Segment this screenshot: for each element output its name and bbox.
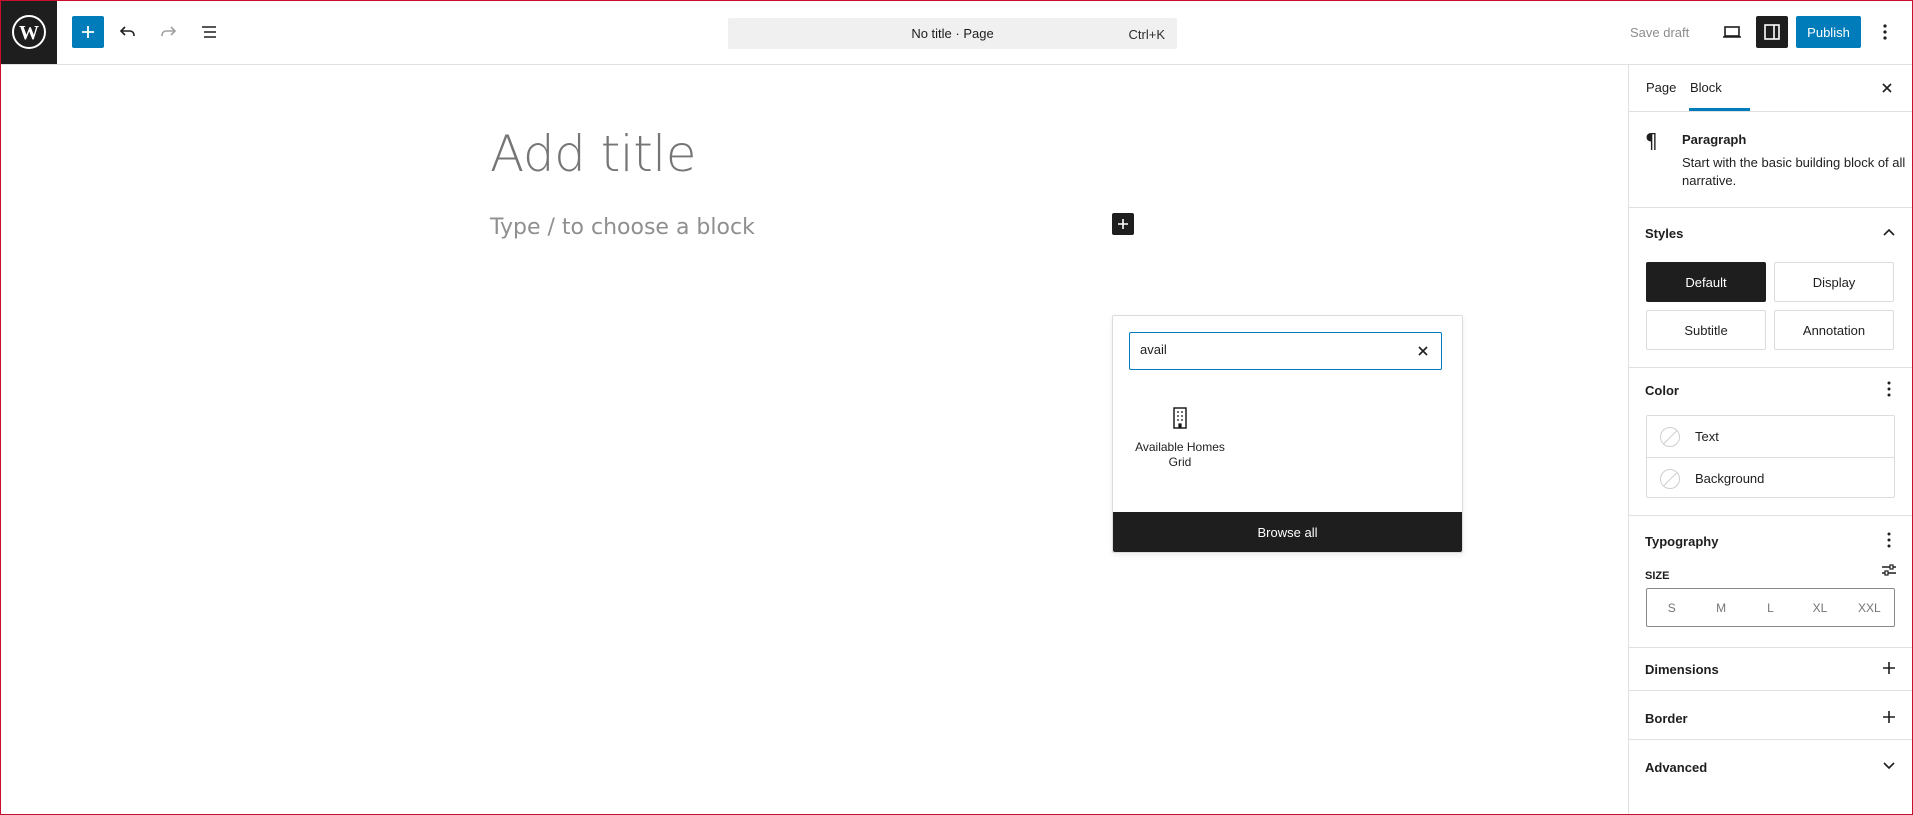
building-icon bbox=[1168, 406, 1192, 430]
inline-inserter-button[interactable] bbox=[1112, 213, 1134, 235]
text-color-item[interactable]: Text bbox=[1647, 416, 1894, 457]
style-default-button[interactable]: Default bbox=[1646, 262, 1766, 302]
vertical-ellipsis-icon bbox=[1887, 381, 1891, 397]
color-panel-title: Color bbox=[1645, 383, 1679, 398]
styles-panel-title[interactable]: Styles bbox=[1645, 226, 1683, 241]
svg-text:W: W bbox=[19, 22, 39, 44]
border-panel-title: Border bbox=[1645, 711, 1688, 726]
text-color-label: Text bbox=[1695, 429, 1719, 444]
redo-button[interactable] bbox=[152, 16, 184, 48]
color-options-button[interactable] bbox=[1878, 378, 1900, 400]
browse-all-button[interactable]: Browse all bbox=[1113, 512, 1462, 552]
block-result-item[interactable]: Available Homes Grid bbox=[1135, 406, 1225, 470]
laptop-icon bbox=[1723, 26, 1741, 38]
panel-divider bbox=[1629, 690, 1913, 691]
custom-size-button[interactable] bbox=[1878, 559, 1900, 581]
close-sidebar-button[interactable] bbox=[1875, 76, 1899, 100]
close-icon bbox=[1418, 346, 1428, 356]
add-block-button[interactable] bbox=[72, 16, 104, 48]
empty-swatch-icon bbox=[1660, 468, 1680, 489]
settings-sidebar: Page Block ¶ Paragraph Start with the ba… bbox=[1628, 65, 1913, 815]
dimensions-add-button[interactable] bbox=[1878, 657, 1900, 679]
block-result-label: Available Homes Grid bbox=[1135, 440, 1225, 469]
font-size-l[interactable]: L bbox=[1746, 589, 1795, 626]
block-card-description: Start with the basic building block of a… bbox=[1682, 155, 1906, 188]
panel-divider bbox=[1629, 739, 1913, 740]
panel-divider bbox=[1629, 515, 1913, 516]
editor-canvas: Add title Type / to choose a block Avail… bbox=[0, 65, 1628, 815]
plus-icon bbox=[1883, 711, 1895, 723]
typography-options-button[interactable] bbox=[1878, 529, 1900, 551]
style-subtitle-button[interactable]: Subtitle bbox=[1646, 310, 1766, 350]
panel-divider bbox=[1629, 367, 1913, 368]
tab-block[interactable]: Block bbox=[1690, 80, 1722, 95]
panel-divider bbox=[1629, 647, 1913, 648]
wordpress-logo-icon[interactable]: W bbox=[0, 0, 57, 64]
keyboard-shortcut: Ctrl+K bbox=[1128, 27, 1165, 42]
typography-panel-title: Typography bbox=[1645, 534, 1719, 549]
font-size-xl[interactable]: XL bbox=[1795, 589, 1844, 626]
undo-icon bbox=[119, 26, 135, 36]
collapse-styles-button[interactable] bbox=[1878, 221, 1900, 243]
dimensions-panel-title: Dimensions bbox=[1645, 662, 1719, 677]
plus-icon bbox=[82, 26, 94, 38]
vertical-ellipsis-icon bbox=[1887, 532, 1891, 548]
pilcrow-icon: ¶ bbox=[1645, 129, 1658, 153]
style-display-button[interactable]: Display bbox=[1774, 262, 1894, 302]
block-search-field[interactable] bbox=[1129, 332, 1442, 370]
block-search-input[interactable] bbox=[1140, 342, 1400, 357]
expand-advanced-button[interactable] bbox=[1878, 755, 1900, 777]
tab-page[interactable]: Page bbox=[1646, 80, 1676, 95]
post-title-input[interactable]: Add title bbox=[490, 125, 696, 183]
font-size-m[interactable]: M bbox=[1696, 589, 1745, 626]
border-add-button[interactable] bbox=[1878, 706, 1900, 728]
vertical-ellipsis-icon bbox=[1883, 24, 1887, 40]
background-color-label: Background bbox=[1695, 471, 1765, 486]
redo-icon bbox=[161, 26, 177, 36]
sidebar-tabs: Page Block bbox=[1629, 65, 1913, 112]
preview-button[interactable] bbox=[1716, 16, 1748, 48]
advanced-panel-title[interactable]: Advanced bbox=[1645, 760, 1707, 775]
list-view-button[interactable] bbox=[193, 16, 225, 48]
plus-icon bbox=[1883, 662, 1895, 674]
command-palette-bar[interactable]: No title · Page Ctrl+K bbox=[728, 18, 1177, 49]
list-view-icon bbox=[202, 26, 216, 38]
undo-button[interactable] bbox=[112, 16, 144, 48]
clear-search-button[interactable] bbox=[1413, 341, 1433, 361]
close-icon bbox=[1882, 83, 1892, 93]
settings-button[interactable] bbox=[1756, 16, 1788, 48]
block-card-title: Paragraph bbox=[1682, 132, 1747, 147]
paragraph-block[interactable]: Type / to choose a block bbox=[490, 215, 755, 240]
font-size-xxl[interactable]: XXL bbox=[1845, 589, 1894, 626]
editor-header: W No title · Page Ctrl+K Save draft Publ… bbox=[0, 0, 1913, 65]
font-size-label: SIZE bbox=[1645, 570, 1670, 582]
font-size-s[interactable]: S bbox=[1647, 589, 1696, 626]
document-title: No title · Page bbox=[911, 26, 994, 41]
plus-icon bbox=[1118, 219, 1128, 229]
empty-swatch-icon bbox=[1660, 426, 1680, 447]
color-settings-group: Text Background bbox=[1646, 415, 1895, 498]
settings-sliders-icon bbox=[1882, 564, 1896, 576]
style-annotation-button[interactable]: Annotation bbox=[1774, 310, 1894, 350]
background-color-item[interactable]: Background bbox=[1647, 457, 1894, 499]
options-menu-button[interactable] bbox=[1870, 16, 1900, 48]
chevron-down-icon bbox=[1883, 762, 1895, 770]
quick-inserter-popover: Available Homes Grid Browse all bbox=[1112, 315, 1463, 553]
active-tab-indicator bbox=[1689, 108, 1750, 111]
sidebar-settings-icon bbox=[1764, 24, 1780, 40]
font-size-toggle-group: S M L XL XXL bbox=[1646, 588, 1895, 627]
chevron-up-icon bbox=[1883, 228, 1895, 236]
save-draft-button[interactable]: Save draft bbox=[1630, 25, 1689, 40]
block-card: ¶ Paragraph Start with the basic buildin… bbox=[1629, 112, 1913, 208]
publish-button[interactable]: Publish bbox=[1796, 16, 1861, 48]
